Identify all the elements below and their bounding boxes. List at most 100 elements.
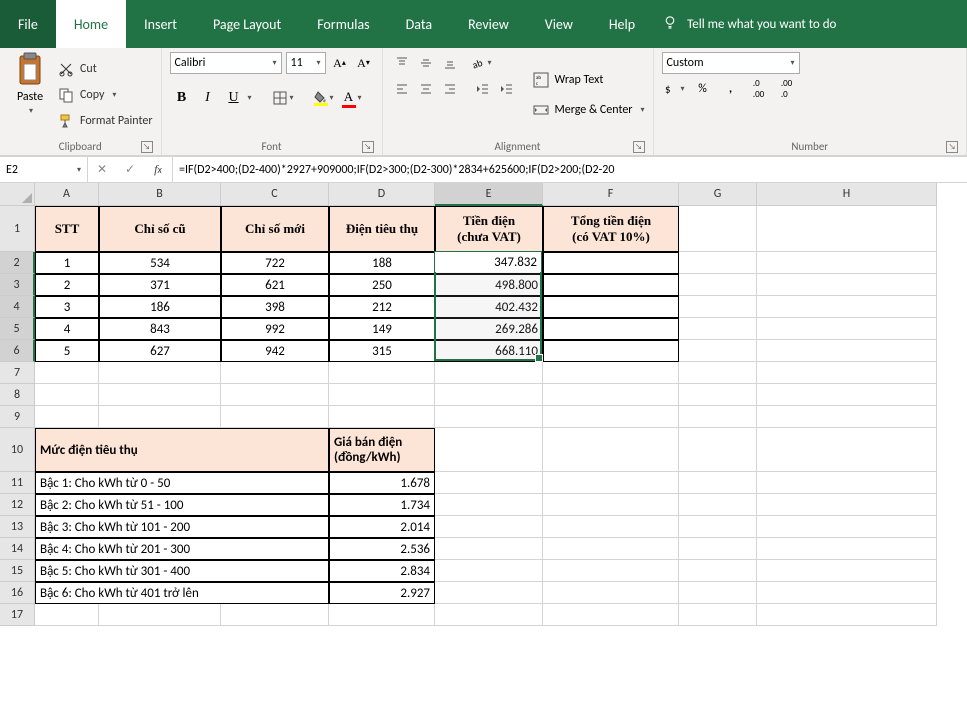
col-header-E[interactable]: E <box>435 183 543 206</box>
bold-button[interactable]: B <box>170 86 194 110</box>
row-header-3[interactable]: 3 <box>0 274 35 296</box>
cell[interactable] <box>329 384 435 406</box>
merge-center-button[interactable]: Merge & Center▾ <box>533 97 645 123</box>
fill-color-button[interactable]: ▾ <box>314 91 340 106</box>
row-header-10[interactable]: 10 <box>0 428 35 472</box>
cell[interactable] <box>99 362 221 384</box>
dialog-launcher-icon[interactable]: ↘ <box>362 141 374 153</box>
enter-formula-button[interactable]: ✓ <box>116 157 144 182</box>
tab-file[interactable]: File <box>0 0 56 48</box>
cell[interactable] <box>757 384 937 406</box>
row-header-4[interactable]: 4 <box>0 296 35 318</box>
decrease-decimal-button[interactable]: .00.0 <box>774 78 800 100</box>
cell[interactable] <box>435 384 543 406</box>
table-row[interactable]: 722 <box>221 252 329 274</box>
cell-header-tong[interactable]: Tổng tiền điện(có VAT 10%) <box>543 206 679 252</box>
table-row[interactable] <box>543 296 679 318</box>
cell[interactable] <box>679 406 757 428</box>
cell[interactable] <box>99 384 221 406</box>
cell[interactable] <box>35 362 99 384</box>
insert-function-button[interactable]: fx <box>144 157 172 182</box>
cell[interactable] <box>435 428 543 472</box>
cell[interactable] <box>679 252 757 274</box>
increase-indent-button[interactable] <box>495 78 517 100</box>
row-header-6[interactable]: 6 <box>0 340 35 362</box>
cell[interactable] <box>435 516 543 538</box>
row-header-9[interactable]: 9 <box>0 406 35 428</box>
cell[interactable] <box>679 362 757 384</box>
align-top-button[interactable] <box>391 52 413 74</box>
cell[interactable] <box>435 538 543 560</box>
decrease-font-button[interactable]: A▾ <box>354 52 374 74</box>
chevron-down-icon[interactable]: ▾ <box>248 93 258 103</box>
percent-format-button[interactable]: % <box>690 78 716 100</box>
cell[interactable] <box>679 206 757 252</box>
cell[interactable] <box>435 494 543 516</box>
cell[interactable] <box>435 582 543 604</box>
align-bottom-button[interactable] <box>439 52 461 74</box>
paste-button[interactable]: Paste ▾ <box>8 52 52 138</box>
table-row[interactable]: 621 <box>221 274 329 296</box>
cell[interactable] <box>329 406 435 428</box>
align-left-button[interactable] <box>391 78 413 100</box>
table-row[interactable] <box>543 340 679 362</box>
cut-button[interactable]: Cut <box>58 58 153 80</box>
table-row[interactable]: 269.286 <box>435 318 543 340</box>
cell[interactable] <box>543 538 679 560</box>
dialog-launcher-icon[interactable]: ↘ <box>633 141 645 153</box>
col-header-H[interactable]: H <box>757 183 937 206</box>
cell[interactable] <box>543 384 679 406</box>
table-row[interactable]: 149 <box>329 318 435 340</box>
table-row[interactable]: Bậc 3: Cho kWh từ 101 - 200 <box>35 516 329 538</box>
increase-decimal-button[interactable]: .0.00 <box>746 78 772 100</box>
cell[interactable] <box>543 362 679 384</box>
tab-view[interactable]: View <box>527 0 591 48</box>
table-row[interactable]: 371 <box>99 274 221 296</box>
tab-home[interactable]: Home <box>56 0 126 48</box>
tell-me-search[interactable]: Tell me what you want to do <box>661 0 836 48</box>
underline-button[interactable]: U <box>222 86 246 110</box>
tab-formulas[interactable]: Formulas <box>299 0 387 48</box>
table-row[interactable]: 534 <box>99 252 221 274</box>
cell[interactable] <box>757 296 937 318</box>
cell[interactable] <box>757 560 937 582</box>
font-name-select[interactable]: Calibri▾ <box>170 52 282 74</box>
row-header-13[interactable]: 13 <box>0 516 35 538</box>
col-header-C[interactable]: C <box>221 183 329 206</box>
col-header-G[interactable]: G <box>679 183 757 206</box>
cell-header-moi[interactable]: Chỉ số mới <box>221 206 329 252</box>
cell[interactable] <box>679 296 757 318</box>
copy-button[interactable]: Copy▾ <box>58 84 153 106</box>
cell[interactable] <box>543 516 679 538</box>
row-header-7[interactable]: 7 <box>0 362 35 384</box>
row-header-11[interactable]: 11 <box>0 472 35 494</box>
cell[interactable] <box>679 538 757 560</box>
cell-header-tieuthu[interactable]: Điện tiêu thụ <box>329 206 435 252</box>
row-header-17[interactable]: 17 <box>0 604 35 626</box>
font-color-button[interactable]: A▾ <box>342 89 368 108</box>
table-row[interactable] <box>543 318 679 340</box>
row-header-14[interactable]: 14 <box>0 538 35 560</box>
cell[interactable] <box>221 384 329 406</box>
table-row[interactable]: 212 <box>329 296 435 318</box>
cell[interactable] <box>757 406 937 428</box>
tab-help[interactable]: Help <box>591 0 653 48</box>
cell[interactable] <box>757 206 937 252</box>
cell[interactable] <box>757 340 937 362</box>
table-row[interactable]: 2.927 <box>329 582 435 604</box>
row-header-15[interactable]: 15 <box>0 560 35 582</box>
table-row[interactable]: 4 <box>35 318 99 340</box>
table-row[interactable]: 668.110 <box>435 340 543 362</box>
select-all-button[interactable] <box>0 183 35 206</box>
cell-header-tien[interactable]: Tiền điện(chưa VAT) <box>435 206 543 252</box>
row-header-8[interactable]: 8 <box>0 384 35 406</box>
col-header-F[interactable]: F <box>543 183 679 206</box>
cell[interactable] <box>435 362 543 384</box>
cell[interactable] <box>757 252 937 274</box>
row-header-12[interactable]: 12 <box>0 494 35 516</box>
cell[interactable] <box>543 428 679 472</box>
table-row[interactable]: 5 <box>35 340 99 362</box>
table-row[interactable]: Bậc 4: Cho kWh từ 201 - 300 <box>35 538 329 560</box>
cell[interactable] <box>679 604 757 626</box>
align-middle-button[interactable] <box>415 52 437 74</box>
